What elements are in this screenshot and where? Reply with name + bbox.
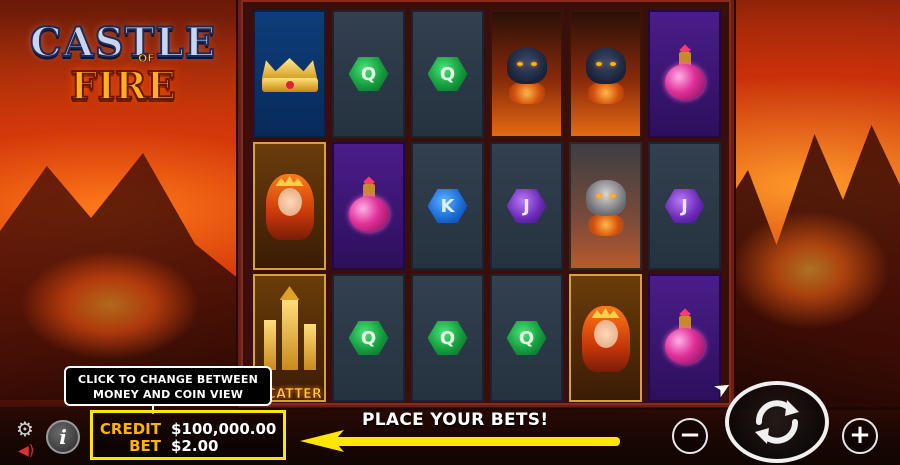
panther-icon	[499, 44, 555, 104]
reel-cell: J	[648, 142, 721, 270]
spin-button[interactable]	[725, 381, 829, 463]
logo-of-text: OF	[138, 52, 156, 66]
reel-cell: Q	[411, 10, 484, 138]
reel-cell: K	[411, 142, 484, 270]
panther-icon	[578, 44, 634, 104]
right-lava-glow	[730, 210, 890, 330]
tooltip-line-1: CLICK TO CHANGE BETWEEN	[77, 373, 259, 386]
speaker-icon[interactable]: ◀)	[18, 443, 34, 459]
reel-cell	[648, 10, 721, 138]
reel-cell: Q	[332, 10, 405, 138]
gem-j-icon: J	[664, 189, 705, 223]
gem-k-icon: K	[427, 189, 468, 223]
currency-toggle-tooltip: CLICK TO CHANGE BETWEEN MONEY AND COIN V…	[64, 366, 272, 406]
potion-icon	[346, 176, 392, 234]
bet-value: $2.00	[171, 437, 219, 455]
reel-cell	[569, 274, 642, 402]
reel-cell: Q	[332, 274, 405, 402]
info-button[interactable]: i	[46, 420, 80, 454]
crown-icon	[261, 56, 318, 92]
spin-arrows-icon	[755, 400, 799, 444]
wolf-icon	[578, 176, 634, 236]
gear-icon[interactable]: ⚙	[14, 418, 36, 440]
gem-j-icon: J	[506, 189, 547, 223]
gem-q-icon: Q	[348, 321, 389, 355]
balance-display[interactable]: CREDIT $100,000.00 BET $2.00	[90, 410, 286, 460]
reel-cell	[332, 142, 405, 270]
reel-cell: J	[490, 142, 563, 270]
reel-cell	[490, 10, 563, 138]
potion-icon	[662, 44, 708, 102]
pointer-arrow	[300, 430, 625, 452]
reel-cell: Q	[490, 274, 563, 402]
tooltip-line-2: MONEY AND COIN VIEW	[92, 388, 244, 401]
logo-fire-text: FIRE	[69, 63, 176, 109]
credit-value: $100,000.00	[171, 420, 277, 438]
decrease-bet-button[interactable]: −	[672, 418, 708, 454]
reel-cell	[569, 10, 642, 138]
bet-label: BET	[129, 437, 161, 455]
gem-q-icon: Q	[427, 57, 468, 91]
increase-bet-button[interactable]: +	[842, 418, 878, 454]
status-message: PLACE YOUR BETS!	[362, 410, 549, 430]
gem-q-icon: Q	[348, 57, 389, 91]
gem-q-icon: Q	[506, 321, 547, 355]
left-lava-glow	[20, 250, 200, 360]
credit-label: CREDIT	[99, 420, 161, 438]
arrow-shaft	[334, 437, 620, 446]
reel-cell: Q	[411, 274, 484, 402]
fire-queen-icon	[578, 298, 634, 378]
gem-q-icon: Q	[427, 321, 468, 355]
fire-queen-icon	[262, 166, 318, 246]
logo-castle-text: CASTLE	[29, 19, 217, 66]
game-logo: CASTLE OF FIRE	[18, 19, 228, 117]
potion-icon	[662, 308, 708, 366]
reel-cell	[253, 10, 326, 138]
reel-cell	[569, 142, 642, 270]
reel-cell	[253, 142, 326, 270]
reel-grid: Q Q K J J SCATTER Q Q Q	[253, 10, 721, 402]
reel-frame: Q Q K J J SCATTER Q Q Q	[238, 0, 734, 408]
